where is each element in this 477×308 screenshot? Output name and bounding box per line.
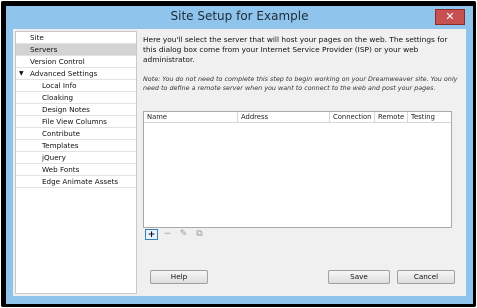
intro-text: Here you'll select the server that will … [143, 35, 448, 64]
minus-icon: − [163, 229, 172, 239]
sidebar-item-contribute[interactable]: Contribute [16, 128, 136, 140]
duplicate-server-button[interactable]: ⧉ [193, 229, 206, 240]
sidebar-item-file-view-columns[interactable]: File View Columns [16, 116, 136, 128]
column-header-testing[interactable]: Testing [408, 112, 453, 123]
sidebar-item-design-notes[interactable]: Design Notes [16, 104, 136, 116]
remove-server-button[interactable]: − [161, 229, 174, 240]
cancel-button[interactable]: Cancel [397, 270, 455, 284]
server-toolbar: + − ✎ ⧉ [143, 229, 263, 240]
sidebar-item-label: Servers [30, 45, 58, 54]
expand-arrow-icon[interactable]: ▼ [19, 68, 24, 80]
sidebar-item-label: File View Columns [42, 117, 107, 126]
sidebar-item-label: Site [30, 33, 44, 42]
edit-server-button[interactable]: ✎ [177, 229, 190, 240]
dialog-client-area: Site Servers Version Control ▼ Advanced S… [13, 29, 466, 296]
sidebar-item-label: Design Notes [42, 105, 90, 114]
column-header-name[interactable]: Name [144, 112, 238, 123]
duplicate-icon: ⧉ [196, 229, 203, 239]
sidebar-item-label: Local Info [42, 81, 77, 90]
table-header: Name Address Connection Remote Testing [144, 112, 451, 123]
sidebar-item-label: Templates [42, 141, 79, 150]
sidebar-item-jquery[interactable]: jQuery [16, 152, 136, 164]
help-button[interactable]: Help [150, 270, 208, 284]
sidebar-item-site[interactable]: Site [16, 32, 136, 44]
sidebar-item-web-fonts[interactable]: Web Fonts [16, 164, 136, 176]
servers-panel: Here you'll select the server that will … [143, 29, 463, 296]
sidebar-item-cloaking[interactable]: Cloaking [16, 92, 136, 104]
column-header-remote[interactable]: Remote [375, 112, 408, 123]
close-button[interactable]: ✕ [435, 9, 465, 25]
sidebar-item-templates[interactable]: Templates [16, 140, 136, 152]
sidebar-item-label: Version Control [30, 57, 85, 66]
sidebar-item-advanced-settings[interactable]: ▼ Advanced Settings [16, 68, 136, 80]
plus-icon: + [147, 230, 156, 240]
server-table[interactable]: Name Address Connection Remote Testing [143, 111, 452, 228]
window-frame: Site Setup for Example ✕ Site Servers Ve… [1, 1, 476, 307]
sidebar-item-label: Contribute [42, 129, 81, 138]
save-button[interactable]: Save [328, 270, 390, 284]
note-text: Note: You do not need to complete this s… [143, 75, 458, 92]
sidebar-item-edge-animate-assets[interactable]: Edge Animate Assets [16, 176, 136, 188]
sidebar-item-servers[interactable]: Servers [16, 44, 136, 56]
sidebar-item-label: Web Fonts [42, 165, 80, 174]
column-header-connection[interactable]: Connection [330, 112, 375, 123]
sidebar-item-local-info[interactable]: Local Info [16, 80, 136, 92]
sidebar-item-label: Edge Animate Assets [42, 177, 119, 186]
add-server-button[interactable]: + [145, 229, 158, 240]
category-list: Site Servers Version Control ▼ Advanced S… [15, 31, 137, 294]
column-header-address[interactable]: Address [238, 112, 330, 123]
sidebar-item-label: jQuery [42, 153, 66, 162]
window-title: Site Setup for Example [170, 9, 309, 23]
sidebar-item-label: Advanced Settings [30, 69, 98, 78]
close-icon: ✕ [445, 10, 455, 23]
pencil-icon: ✎ [179, 229, 188, 239]
dialog-window: Site Setup for Example ✕ Site Servers Ve… [6, 6, 473, 304]
sidebar-item-label: Cloaking [42, 93, 74, 102]
title-bar[interactable]: Site Setup for Example ✕ [6, 6, 473, 28]
sidebar-item-version-control[interactable]: Version Control [16, 56, 136, 68]
